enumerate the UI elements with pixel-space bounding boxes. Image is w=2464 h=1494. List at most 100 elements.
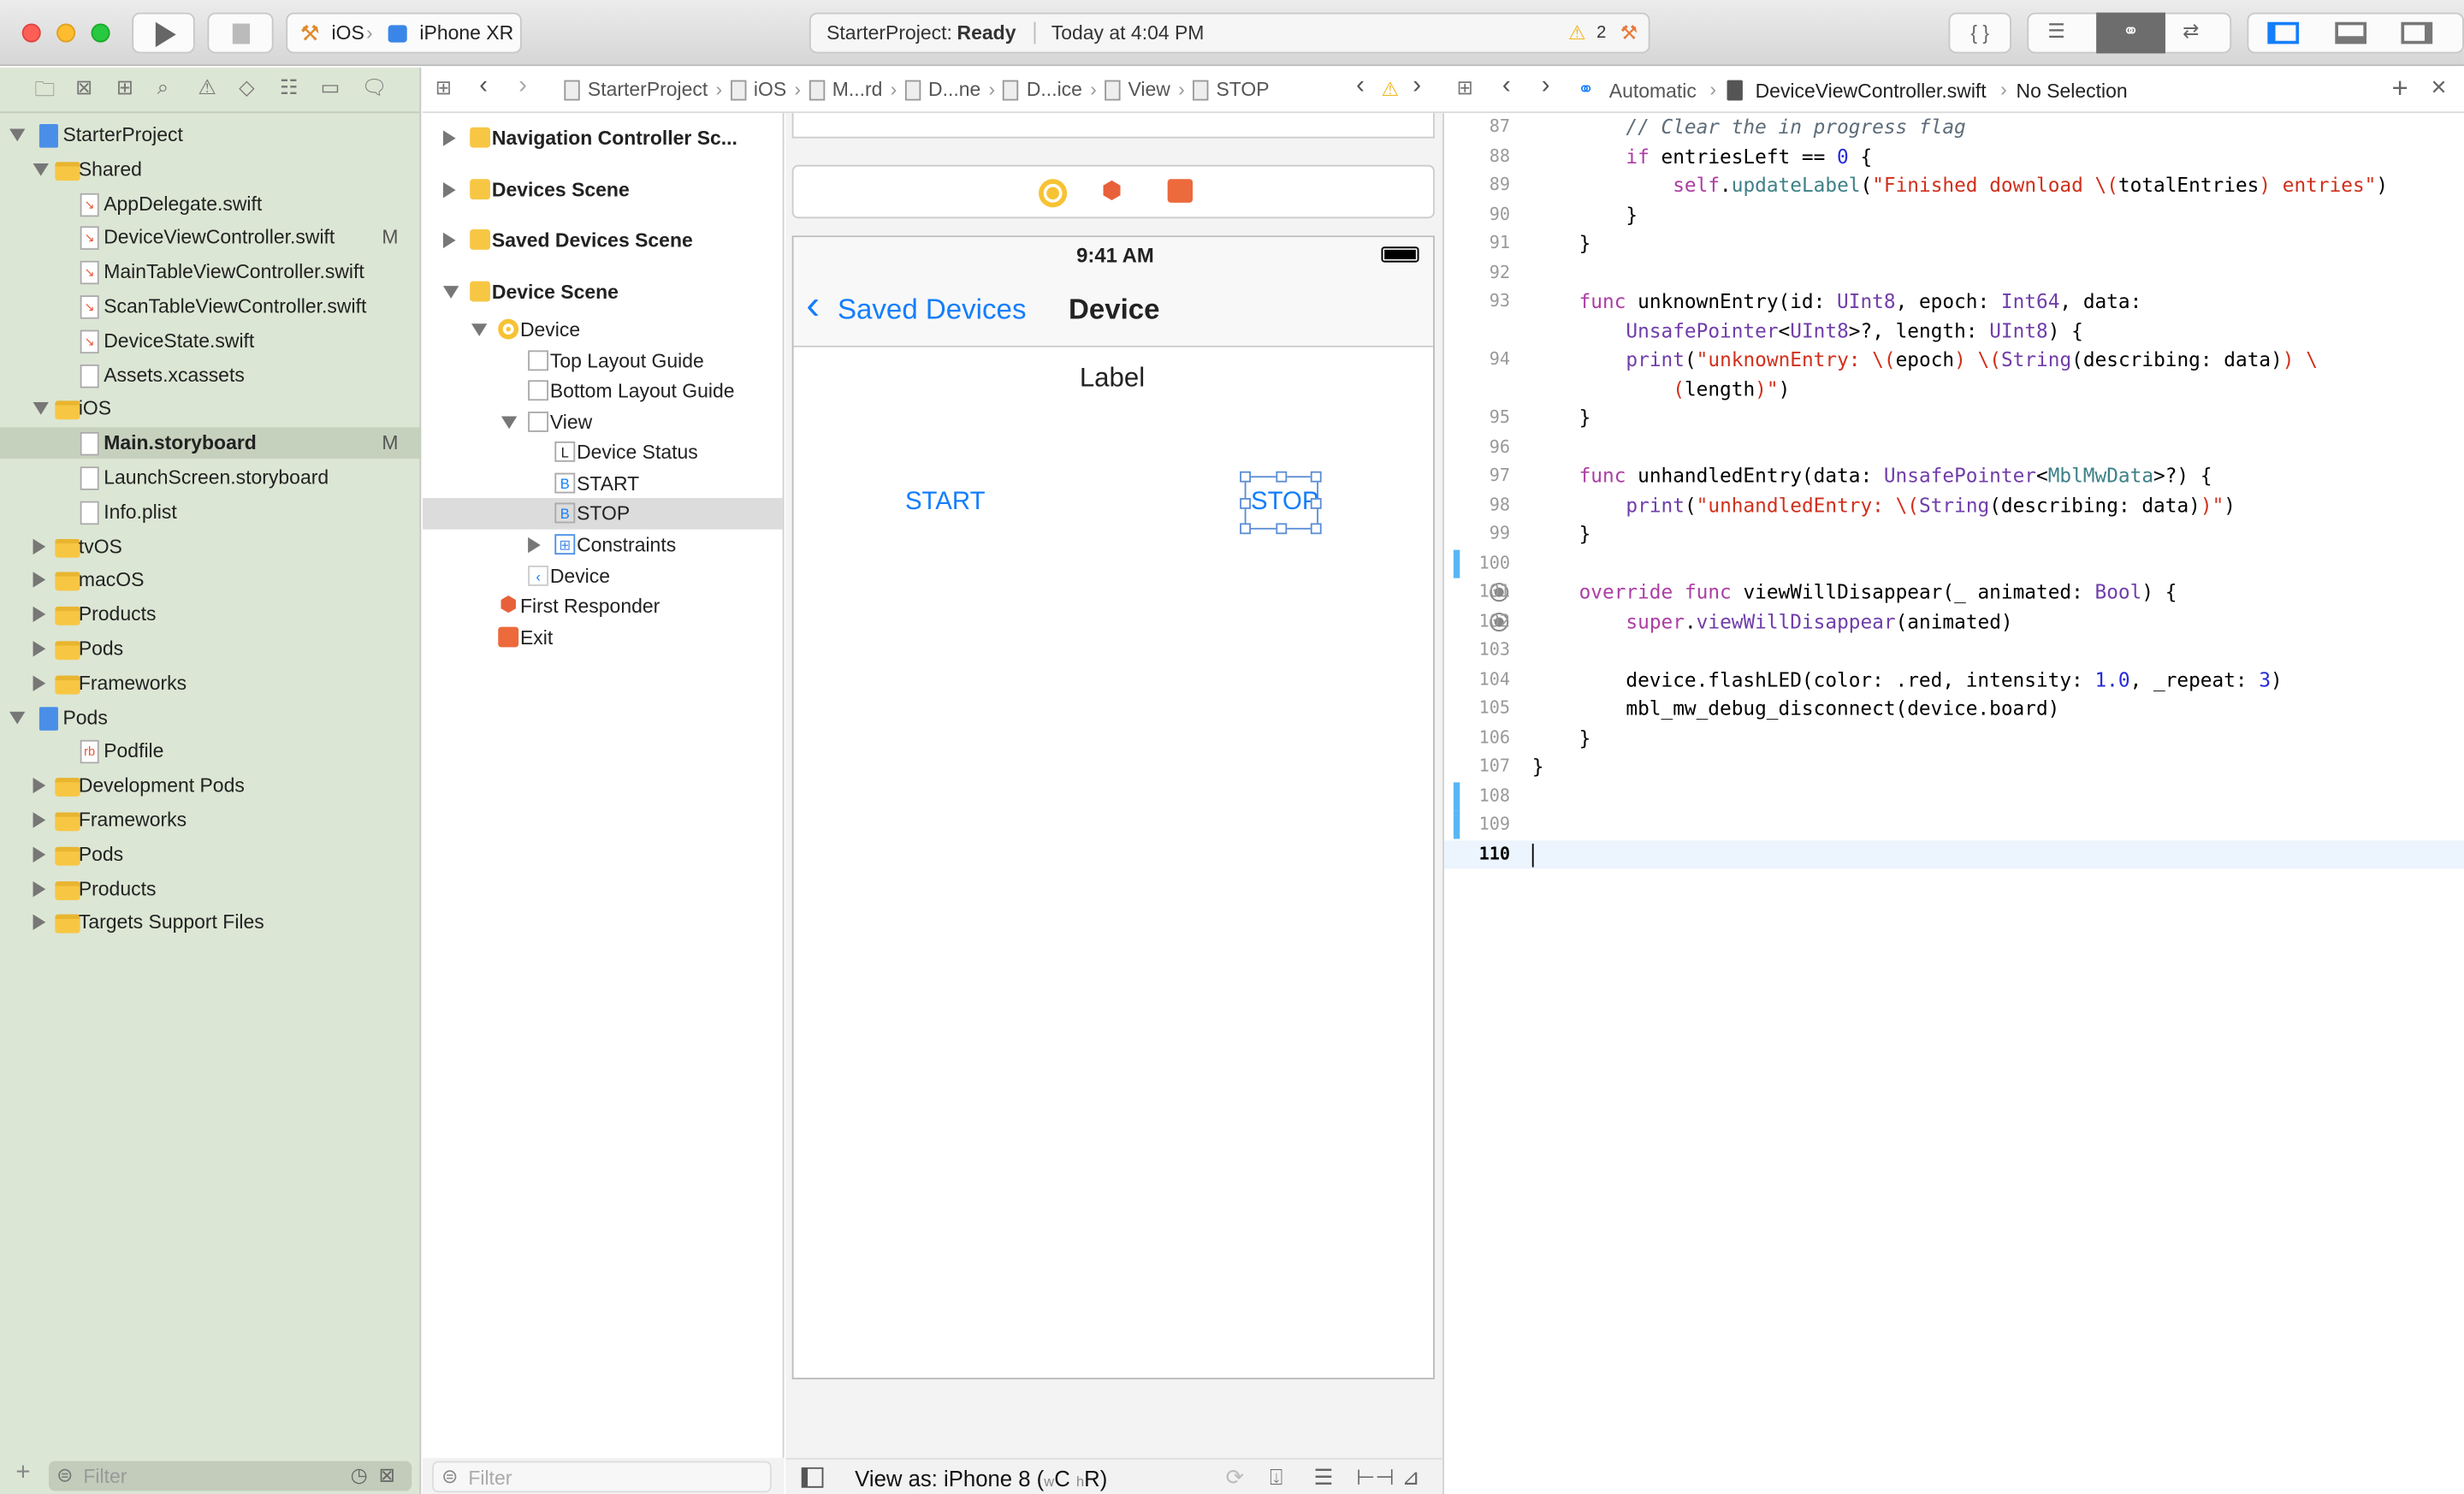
outline-item[interactable]: Device Scene bbox=[423, 276, 783, 308]
test-icon[interactable]: ◇ bbox=[239, 75, 254, 100]
resize-handle[interactable] bbox=[1240, 498, 1252, 509]
forward-icon[interactable]: › bbox=[1542, 72, 1550, 100]
disclosure-triangle-icon[interactable] bbox=[442, 181, 456, 199]
start-button[interactable]: START bbox=[905, 489, 986, 517]
tree-item[interactable]: Development Pods bbox=[0, 770, 421, 802]
symbol-crumb[interactable]: No Selection bbox=[2016, 80, 2127, 103]
breadcrumb-item[interactable]: M...rd bbox=[832, 79, 883, 101]
debug-icon[interactable]: ☷ bbox=[280, 75, 298, 100]
back-icon[interactable]: ‹ bbox=[1502, 72, 1511, 100]
resize-handle[interactable] bbox=[1276, 523, 1288, 535]
outline-item[interactable]: Saved Devices Scene bbox=[423, 225, 783, 257]
tree-item[interactable]: Products bbox=[0, 873, 421, 904]
warning-icon[interactable]: ⚠ bbox=[1381, 77, 1399, 101]
outline-item[interactable]: Device bbox=[423, 314, 783, 346]
back-button[interactable]: Saved Devices bbox=[838, 293, 1027, 327]
outline-item[interactable]: Exit bbox=[423, 622, 783, 654]
project-navigator-icon[interactable]: 🗀 bbox=[34, 75, 55, 110]
debug-toggle-icon[interactable] bbox=[2335, 21, 2367, 44]
recent-files-icon[interactable]: ◷ bbox=[351, 1462, 368, 1486]
resize-handle[interactable] bbox=[1240, 471, 1252, 483]
version-editor-icon[interactable]: ⇄ bbox=[2183, 19, 2199, 43]
assistant-mode[interactable]: Automatic bbox=[1609, 80, 1697, 103]
tree-item[interactable]: Assets.xcassets bbox=[0, 359, 421, 391]
disclosure-triangle-icon[interactable] bbox=[33, 675, 46, 691]
breadcrumb-item[interactable]: D...ice bbox=[1027, 79, 1082, 101]
tree-item[interactable]: ↘ MainTableViewController.swift bbox=[0, 257, 421, 288]
disclosure-triangle-icon[interactable] bbox=[471, 323, 488, 336]
related-items-icon[interactable]: ⊞ bbox=[1457, 75, 1473, 99]
disclosure-triangle-icon[interactable] bbox=[528, 537, 541, 554]
source-control-filter-icon[interactable]: ⊠ bbox=[379, 1462, 395, 1486]
tree-item[interactable]: iOS bbox=[0, 394, 421, 425]
panel-toggle-segmented[interactable] bbox=[2247, 12, 2464, 54]
symbol-navigator-icon[interactable]: ⊞ bbox=[116, 75, 133, 100]
disclosure-triangle-icon[interactable] bbox=[33, 778, 46, 794]
outline-item[interactable]: ⊞ Constraints bbox=[423, 530, 783, 561]
storyboard-canvas[interactable]: ⬢ 9:41 AM ‹ Saved Devices Device Label S… bbox=[785, 113, 1443, 1458]
breadcrumb-item[interactable]: D...ne bbox=[928, 79, 980, 101]
tree-item[interactable]: ↘ AppDelegate.swift bbox=[0, 188, 421, 220]
tree-item[interactable]: Shared bbox=[0, 154, 421, 186]
file-crumb[interactable]: DeviceViewController.swift bbox=[1756, 80, 1987, 103]
source-control-icon[interactable]: ⊠ bbox=[75, 75, 92, 100]
standard-editor-icon[interactable]: ☰ bbox=[2047, 19, 2065, 43]
tree-item[interactable]: Frameworks bbox=[0, 667, 421, 699]
embed-in-icon[interactable]: ⍗ bbox=[1270, 1464, 1282, 1491]
close-editor-icon[interactable]: × bbox=[2431, 72, 2446, 104]
disclosure-triangle-icon[interactable] bbox=[33, 163, 49, 176]
stop-button-selected[interactable]: STOP bbox=[1240, 471, 1322, 535]
tree-item[interactable]: Pods bbox=[0, 633, 421, 665]
outline-item[interactable]: Navigation Controller Sc... bbox=[423, 122, 783, 154]
outline-item[interactable]: ⬢ First Responder bbox=[423, 590, 783, 622]
warning-count[interactable]: 2 bbox=[1596, 15, 1606, 52]
back-icon[interactable]: ‹ bbox=[479, 72, 488, 100]
add-editor-icon[interactable]: + bbox=[2391, 72, 2408, 105]
previous-issue-icon[interactable]: ‹ bbox=[1356, 72, 1365, 100]
navigator-toggle-icon[interactable] bbox=[2267, 21, 2300, 44]
resize-handle[interactable] bbox=[1276, 471, 1288, 483]
breadcrumb-item[interactable]: View bbox=[1128, 79, 1170, 101]
disclosure-triangle-icon[interactable] bbox=[9, 710, 26, 724]
view-controller-icon[interactable] bbox=[1039, 179, 1068, 208]
outline-item[interactable]: B START bbox=[423, 468, 783, 500]
hammer-icon[interactable]: ⚒ bbox=[1620, 15, 1638, 52]
tree-item[interactable]: ↘ DeviceViewController.swift M bbox=[0, 222, 421, 254]
add-constraints-icon[interactable]: ⊢⊣ bbox=[1356, 1464, 1395, 1491]
minimize-window-button[interactable] bbox=[56, 23, 76, 43]
library-button[interactable]: { } bbox=[1948, 12, 2011, 54]
exit-icon[interactable] bbox=[1167, 179, 1194, 203]
forward-icon[interactable]: › bbox=[518, 72, 527, 100]
breadcrumb-item[interactable]: StarterProject bbox=[588, 79, 708, 101]
editor-mode-segmented[interactable]: ☰ ⚭ ⇄ bbox=[2027, 12, 2232, 54]
stop-button[interactable]: STOP bbox=[1251, 489, 1318, 517]
disclosure-triangle-icon[interactable] bbox=[9, 128, 26, 142]
outline-filter-input[interactable]: ⊜ Filter bbox=[432, 1461, 772, 1493]
disclosure-triangle-icon[interactable] bbox=[500, 416, 518, 430]
zoom-window-button[interactable] bbox=[91, 23, 110, 43]
disclosure-triangle-icon[interactable] bbox=[33, 812, 46, 828]
find-icon[interactable]: ⌕ bbox=[157, 75, 169, 100]
disclosure-triangle-icon[interactable] bbox=[33, 538, 46, 554]
next-issue-icon[interactable]: › bbox=[1413, 72, 1421, 100]
tree-item[interactable]: Products bbox=[0, 599, 421, 631]
disclosure-triangle-icon[interactable] bbox=[442, 130, 456, 146]
warning-icon[interactable]: ⚠ bbox=[1568, 15, 1586, 52]
resize-handle[interactable] bbox=[1240, 523, 1252, 535]
related-items-icon[interactable]: ⊞ bbox=[435, 75, 452, 99]
disclosure-triangle-icon[interactable] bbox=[442, 286, 459, 299]
outline-item[interactable]: ‹ Device bbox=[423, 560, 783, 592]
report-icon[interactable]: 🗨 bbox=[361, 75, 387, 100]
device-status-label[interactable]: Label bbox=[1080, 363, 1145, 394]
issue-icon[interactable]: ⚠ bbox=[198, 75, 216, 100]
tree-item[interactable]: Main.storyboard M bbox=[0, 427, 422, 459]
disclosure-triangle-icon[interactable] bbox=[442, 232, 456, 249]
disclosure-triangle-icon[interactable] bbox=[33, 572, 46, 589]
outline-item[interactable]: B STOP bbox=[423, 498, 783, 530]
tree-item[interactable]: Targets Support Files bbox=[0, 907, 421, 939]
first-responder-icon[interactable]: ⬢ bbox=[1102, 176, 1122, 204]
resize-handle[interactable] bbox=[1310, 471, 1322, 483]
resize-handle[interactable] bbox=[1310, 498, 1322, 509]
breadcrumb-item[interactable]: STOP bbox=[1216, 79, 1269, 101]
disclosure-triangle-icon[interactable] bbox=[33, 846, 46, 863]
